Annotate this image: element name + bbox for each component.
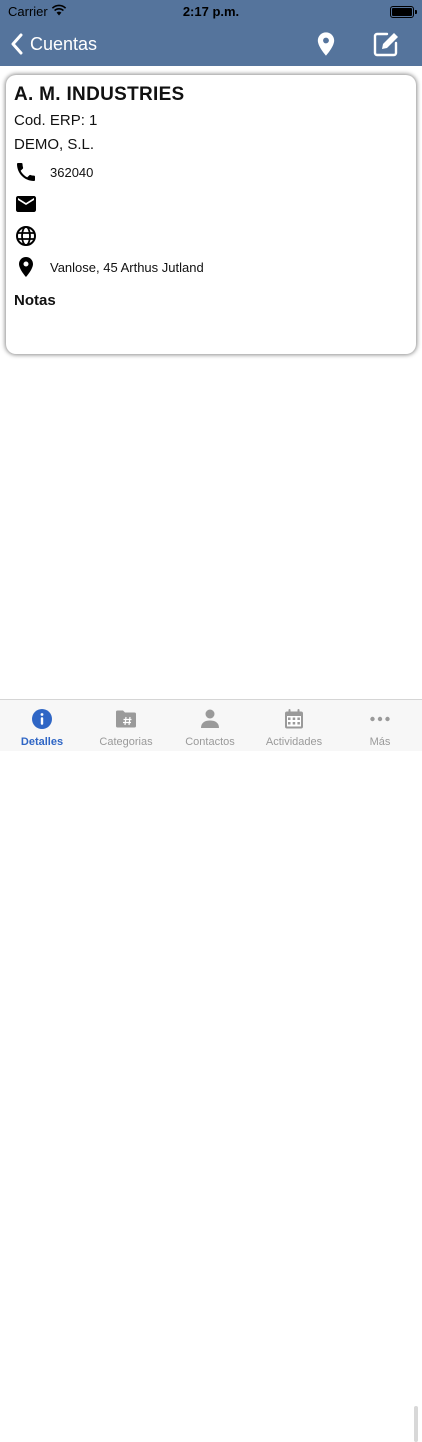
chevron-left-icon — [11, 33, 23, 55]
back-button[interactable]: Cuentas — [10, 22, 97, 66]
notes-heading: Notas — [14, 292, 56, 309]
info-icon — [32, 709, 52, 729]
globe-icon — [16, 226, 36, 246]
email-row[interactable] — [14, 192, 50, 216]
website-row[interactable] — [14, 224, 50, 248]
tab-label: Más — [369, 736, 391, 748]
tab-label: Categorias — [99, 736, 153, 748]
tab-detalles[interactable]: Detalles — [0, 700, 84, 751]
legal-name: DEMO, S.L. — [14, 136, 95, 153]
tab-label: Detalles — [20, 736, 64, 748]
back-label: Cuentas — [30, 33, 98, 54]
scrollbar[interactable] — [414, 1406, 418, 1442]
more-icon — [370, 716, 390, 722]
location-pin-icon — [19, 257, 33, 277]
tab-bar: Detalles Categorias Contactos Actividade… — [0, 699, 422, 1442]
phone-value: 362040 — [50, 164, 94, 180]
phone-row[interactable]: 362040 — [14, 160, 93, 184]
tab-actividades[interactable]: Actividades — [252, 700, 336, 751]
tab-contactos[interactable]: Contactos — [168, 700, 252, 751]
phone-icon — [17, 163, 35, 181]
tab-label: Contactos — [185, 736, 235, 748]
navigation-bar: Cuentas — [0, 22, 422, 66]
company-name: A. M. INDUSTRIES — [14, 84, 185, 105]
person-icon — [201, 709, 219, 728]
status-bar: Carrier 2:17 p.m. — [0, 0, 422, 22]
clock: 2:17 p.m. — [182, 4, 240, 19]
tab-mas[interactable]: Más — [338, 700, 422, 751]
address-value: Vanlose, 45 Arthus Jutland — [50, 259, 204, 275]
battery-icon — [390, 6, 417, 18]
folder-hash-icon — [116, 710, 136, 728]
address-row[interactable]: Vanlose, 45 Arthus Jutland — [14, 255, 204, 279]
edit-icon[interactable] — [372, 30, 400, 58]
account-card: A. M. INDUSTRIES Cod. ERP: 1 DEMO, S.L. … — [6, 75, 416, 354]
erp-code: Cod. ERP: 1 — [14, 112, 98, 129]
map-pin-icon[interactable] — [312, 30, 340, 58]
tab-label: Actividades — [265, 736, 323, 748]
envelope-icon — [16, 196, 36, 212]
calendar-icon — [285, 709, 303, 729]
tab-categorias[interactable]: Categorias — [84, 700, 168, 751]
